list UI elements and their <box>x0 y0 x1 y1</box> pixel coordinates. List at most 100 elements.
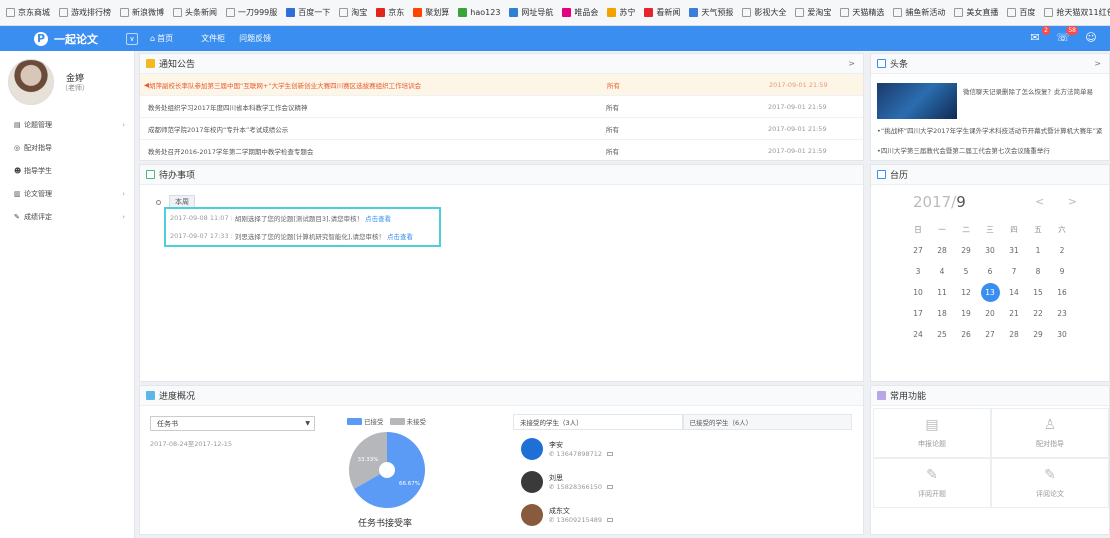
headline-item[interactable]: •四川大学第三届教代会暨第二届工代会第七次会议隆重举行 <box>877 145 1103 155</box>
calendar-day[interactable]: 28 <box>930 246 954 255</box>
calendar-day[interactable]: 20 <box>978 309 1002 318</box>
notice-row[interactable]: 教务处组织学习2017年度四川省本科教学工作会议精神 所有 2017-09-01 2… <box>140 96 863 118</box>
sidebar-item[interactable]: ✎ 成绩评定 › <box>0 205 135 228</box>
calendar-day[interactable]: 30 <box>978 246 1002 255</box>
mail-icon[interactable] <box>607 517 614 522</box>
calendar-day[interactable]: 31 <box>1002 246 1026 255</box>
menu-toggle-button[interactable]: ∨ <box>126 32 138 45</box>
function-4-button[interactable]: ✎ 评阅论文 <box>991 458 1109 508</box>
student-row[interactable]: 李安 ✆ 13647898712 <box>513 432 852 465</box>
bookmark-item[interactable]: 游戏排行榜 <box>59 7 111 18</box>
bookmark-item[interactable]: 天猫精选 <box>840 7 884 18</box>
calendar-nav[interactable]: < > <box>1035 195 1087 208</box>
headline-main-link[interactable]: 微信聊天记录删除了怎么恢复？此方法简单易 <box>963 87 1093 97</box>
function-2-button[interactable]: ♙ 配对指导 <box>991 408 1109 458</box>
bookmark-item[interactable]: hao123 <box>458 8 500 17</box>
notice-more-button[interactable]: > <box>848 59 855 68</box>
calendar-day[interactable]: 18 <box>930 309 954 318</box>
calendar-day[interactable]: 1 <box>1026 246 1050 255</box>
calendar-day[interactable]: 5 <box>954 267 978 276</box>
bookmark-item[interactable]: 唯品会 <box>562 7 598 18</box>
calendar-day[interactable]: 17 <box>906 309 930 318</box>
calendar-day[interactable]: 14 <box>1002 288 1026 297</box>
calendar-day[interactable]: 8 <box>1026 267 1050 276</box>
notice-row[interactable]: 成都师范学院2017年校内“专升本”考试成绩公示 所有 2017-09-01 21:… <box>140 118 863 140</box>
mail-icon[interactable] <box>607 451 614 456</box>
calendar-day[interactable]: 10 <box>906 288 930 297</box>
calendar-day[interactable]: 15 <box>1026 288 1050 297</box>
nav-feedback[interactable]: 问题反馈 <box>239 33 271 44</box>
calendar-day[interactable]: 11 <box>930 288 954 297</box>
todo-view-link[interactable]: 点击查看 <box>387 231 413 241</box>
tab-not-accepted[interactable]: 未接受的学生（3人） <box>513 414 683 429</box>
bookmark-item[interactable]: 淘宝 <box>339 7 367 18</box>
calendar-day[interactable]: 12 <box>954 288 978 297</box>
calendar-day[interactable]: 9 <box>1050 267 1074 276</box>
sidebar-item[interactable]: ☻ 指导学生 <box>0 159 135 182</box>
calendar-day[interactable]: 3 <box>906 267 930 276</box>
calendar-day[interactable]: 25 <box>930 330 954 339</box>
bookmark-item[interactable]: 看新闻 <box>644 7 680 18</box>
sidebar-item[interactable]: ▥ 论文管理 › <box>0 182 135 205</box>
sidebar-item[interactable]: ▤ 论题管理 › <box>0 113 135 136</box>
bookmark-item[interactable]: 天气预报 <box>689 7 733 18</box>
calendar-day[interactable]: 22 <box>1026 309 1050 318</box>
nav-home[interactable]: ⌂ 首页 <box>150 33 187 44</box>
mail-icon[interactable] <box>607 484 614 489</box>
stage-select[interactable]: 任务书 ▼ <box>150 416 315 431</box>
calendar-day[interactable]: 16 <box>1050 288 1074 297</box>
user-menu-button[interactable]: ☺ <box>1084 30 1098 44</box>
function-1-button[interactable]: ▤ 申报论题 <box>873 408 991 458</box>
bookmark-item[interactable]: 影视大全 <box>742 7 786 18</box>
bookmark-item[interactable]: 百度一下 <box>286 7 330 18</box>
bookmark-item[interactable]: 京东 <box>376 7 404 18</box>
message-button[interactable]: ✉ 2 <box>1028 26 1050 44</box>
nav-file-cabinet[interactable]: 文件柜 <box>201 33 225 44</box>
calendar-day[interactable]: 30 <box>1050 330 1074 339</box>
bookmark-item[interactable]: 美女直播 <box>954 7 998 18</box>
headline-image[interactable] <box>877 83 957 119</box>
bookmark-item[interactable]: 捕鱼新活动 <box>893 7 945 18</box>
tab-accepted[interactable]: 已接受的学生（6人） <box>682 414 852 429</box>
todo-view-link[interactable]: 点击查看 <box>365 213 391 223</box>
calendar-day[interactable]: 21 <box>1002 309 1026 318</box>
calendar-day[interactable]: 27 <box>906 246 930 255</box>
calendar-day[interactable]: 6 <box>978 267 1002 276</box>
student-phone-row: ✆ 15828366150 <box>549 483 614 491</box>
calendar-day[interactable]: 2 <box>1050 246 1074 255</box>
app-logo[interactable]: P 一起论文 <box>34 31 98 47</box>
calendar-day[interactable]: 28 <box>1002 330 1026 339</box>
bookmark-item[interactable]: 京东商城 <box>6 7 50 18</box>
headline-item[interactable]: •“挑战杯”四川大学2017年学生课外学术科技活动节开幕式暨计算机大赛年”紧..… <box>877 125 1103 135</box>
bookmark-item[interactable]: 抢天猫双11红包 <box>1044 7 1110 18</box>
calendar-day[interactable]: 29 <box>954 246 978 255</box>
app-name: 一起论文 <box>54 32 98 46</box>
bookmark-item[interactable]: 聚划算 <box>413 7 449 18</box>
student-row[interactable]: 刘思 ✆ 15828366150 <box>513 465 852 498</box>
student-row[interactable]: 成东文 ✆ 13609215489 <box>513 498 852 531</box>
notice-row[interactable]: 教务处召开2016-2017学年第二学期期中教学检查专题会 所有 2017-09-0… <box>140 140 863 162</box>
calendar-day[interactable]: 4 <box>930 267 954 276</box>
bookmark-item[interactable]: 新浪微博 <box>120 7 164 18</box>
function-label: 申报论题 <box>918 440 946 448</box>
sidebar-item[interactable]: ◎ 配对指导 <box>0 136 135 159</box>
notification-button[interactable]: ☏ 58 <box>1056 26 1078 44</box>
function-3-button[interactable]: ✎ 评阅开题 <box>873 458 991 508</box>
bookmark-item[interactable]: 一刀999服 <box>226 7 277 18</box>
calendar-day-today[interactable]: 13 <box>978 283 1002 302</box>
bookmark-item[interactable]: 网址导航 <box>509 7 553 18</box>
avatar[interactable] <box>8 59 54 105</box>
calendar-day[interactable]: 7 <box>1002 267 1026 276</box>
headline-more-button[interactable]: > <box>1094 59 1101 68</box>
bookmark-item[interactable]: 百度 <box>1007 7 1035 18</box>
calendar-day[interactable]: 29 <box>1026 330 1050 339</box>
calendar-day[interactable]: 23 <box>1050 309 1074 318</box>
calendar-day[interactable]: 26 <box>954 330 978 339</box>
calendar-day[interactable]: 24 <box>906 330 930 339</box>
calendar-day[interactable]: 27 <box>978 330 1002 339</box>
bookmark-item[interactable]: 苏宁 <box>607 7 635 18</box>
bookmark-item[interactable]: 爱淘宝 <box>795 7 831 18</box>
calendar-day[interactable]: 19 <box>954 309 978 318</box>
bookmark-item[interactable]: 头条新闻 <box>173 7 217 18</box>
notice-row[interactable]: ◀ 胡萍副校长率队参加第三届中国“互联网+”大学生创新创业大赛四川赛区选拔赛组织… <box>140 74 863 96</box>
